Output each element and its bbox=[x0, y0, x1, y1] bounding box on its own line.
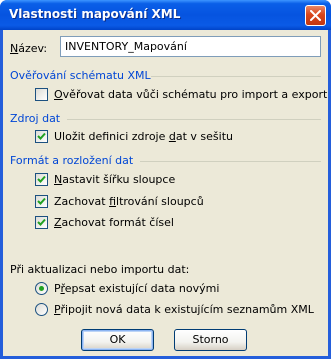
title-bar[interactable]: Vlastnosti mapování XML bbox=[0, 0, 331, 30]
save-source-box[interactable] bbox=[35, 130, 48, 143]
overwrite-radio-button[interactable] bbox=[35, 282, 48, 295]
append-label: Připojit nová data k existujícím seznamů… bbox=[54, 303, 314, 316]
format-layout-divider bbox=[140, 161, 321, 162]
overwrite-label: Přepsat existující data novými bbox=[54, 282, 220, 295]
data-source-heading: Zdroj dat bbox=[10, 112, 61, 125]
keep-filter-box[interactable] bbox=[35, 195, 48, 208]
ok-button[interactable]: OK bbox=[81, 329, 154, 351]
dialog-title: Vlastnosti mapování XML bbox=[9, 7, 181, 21]
validate-schema-box[interactable] bbox=[35, 88, 48, 101]
close-button[interactable] bbox=[305, 5, 326, 26]
cancel-button[interactable]: Storno bbox=[174, 329, 247, 351]
radio-selected-dot bbox=[39, 286, 44, 291]
refresh-heading: Při aktualizaci nebo importu dat: bbox=[10, 263, 190, 276]
column-width-box[interactable] bbox=[35, 173, 48, 186]
schema-validation-heading: Ověřování schématu XML bbox=[10, 69, 151, 82]
validate-schema-label: Ověřovat data vůči schématu pro import a… bbox=[54, 88, 328, 101]
keep-number-format-box[interactable] bbox=[35, 216, 48, 229]
keep-number-format-label: Zachovat formát čísel bbox=[54, 216, 174, 229]
name-label: Název: bbox=[10, 42, 48, 55]
dialog-body: Název: INVENTORY_Mapování Ověřování sché… bbox=[3, 30, 328, 356]
column-width-label: Nastavit šířku sloupce bbox=[54, 173, 176, 186]
save-source-label: Uložit definici zdroje dat v sešitu bbox=[54, 130, 233, 143]
append-radio-button[interactable] bbox=[35, 303, 48, 316]
keep-filter-label: Zachovat filtrování sloupců bbox=[54, 195, 204, 208]
format-layout-heading: Formát a rozložení dat bbox=[10, 154, 134, 167]
name-input[interactable]: INVENTORY_Mapování bbox=[60, 36, 321, 57]
dialog-window: Vlastnosti mapování XML Název: INVENTORY… bbox=[0, 0, 331, 359]
data-source-divider bbox=[67, 119, 321, 120]
schema-validation-divider bbox=[151, 76, 321, 77]
